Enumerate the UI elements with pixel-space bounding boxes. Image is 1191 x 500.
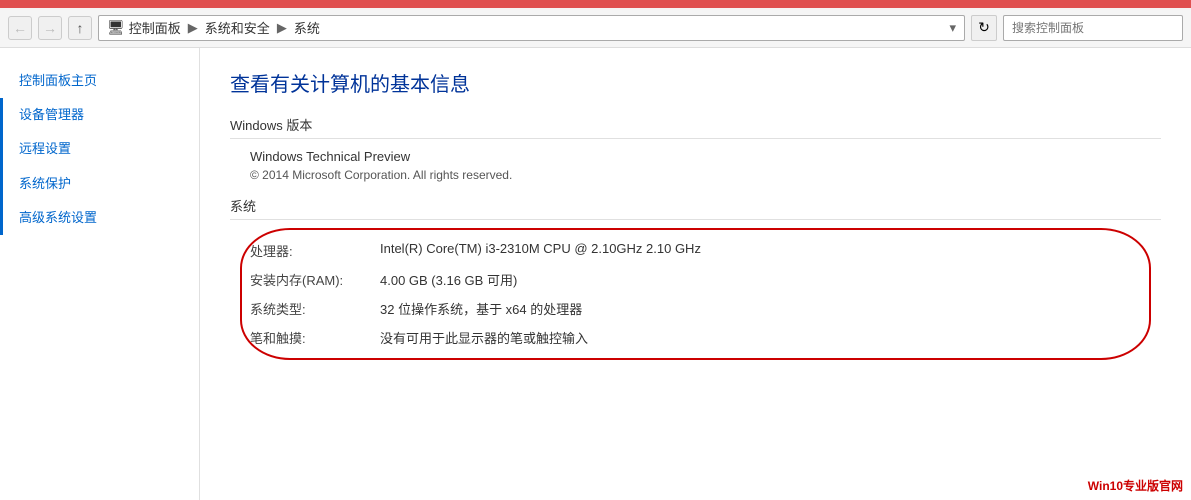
sidebar-item-home[interactable]: 控制面板主页 <box>0 64 199 98</box>
forward-icon: → <box>43 20 57 36</box>
system-type-value: 32 位操作系统，基于 x64 的处理器 <box>380 299 1161 318</box>
refresh-button[interactable]: ↻ <box>971 15 997 41</box>
windows-version-name: Windows Technical Preview <box>230 149 1161 164</box>
watermark: Win10专业版官网 <box>1084 475 1187 496</box>
computer-icon: 🖥 <box>107 19 125 36</box>
back-button[interactable]: ← <box>8 16 32 40</box>
table-row: 安装内存(RAM): 4.00 GB (3.16 GB 可用) <box>230 265 1161 294</box>
system-rows: 处理器: Intel(R) Core(TM) i3-2310M CPU @ 2.… <box>230 230 1161 358</box>
sidebar-item-device-manager[interactable]: 设备管理器 <box>0 98 199 132</box>
processor-value: Intel(R) Core(TM) i3-2310M CPU @ 2.10GHz… <box>380 241 1161 260</box>
search-input[interactable] <box>1003 15 1183 41</box>
address-dropdown-icon[interactable]: ▾ <box>949 20 956 36</box>
sidebar-item-protection[interactable]: 系统保护 <box>0 167 199 201</box>
address-bar-row: ← → ↑ 🖥 控制面板 ▶ 系统和安全 ▶ 系统 ▾ ↻ <box>0 8 1191 48</box>
breadcrumb-item-0[interactable]: 控制面板 <box>129 18 181 37</box>
system-section-wrapper: 处理器: Intel(R) Core(TM) i3-2310M CPU @ 2.… <box>230 230 1161 358</box>
sidebar-item-remote[interactable]: 远程设置 <box>0 132 199 166</box>
forward-button[interactable]: → <box>38 16 62 40</box>
top-bar <box>0 0 1191 8</box>
content-area: 查看有关计算机的基本信息 Windows 版本 Windows Technica… <box>200 48 1191 500</box>
ram-label: 安装内存(RAM): <box>250 270 380 289</box>
address-field[interactable]: 🖥 控制面板 ▶ 系统和安全 ▶ 系统 ▾ <box>98 15 965 41</box>
refresh-icon: ↻ <box>978 19 990 36</box>
breadcrumb-item-2[interactable]: 系统 <box>294 18 320 37</box>
separator-1: ▶ <box>188 20 198 36</box>
ram-value: 4.00 GB (3.16 GB 可用) <box>380 270 1161 289</box>
table-row: 笔和触摸: 没有可用于此显示器的笔或触控输入 <box>230 323 1161 352</box>
processor-label: 处理器: <box>250 241 380 260</box>
copyright-text: © 2014 Microsoft Corporation. All rights… <box>230 168 1161 182</box>
system-section-label: 系统 <box>230 196 1161 220</box>
up-button[interactable]: ↑ <box>68 16 92 40</box>
windows-version-section-label: Windows 版本 <box>230 115 1161 139</box>
page-title: 查看有关计算机的基本信息 <box>230 68 1161 97</box>
pen-touch-value: 没有可用于此显示器的笔或触控输入 <box>380 328 1161 347</box>
main-layout: 控制面板主页 设备管理器 远程设置 系统保护 高级系统设置 查看有关计算机的基本… <box>0 48 1191 500</box>
up-icon: ↑ <box>77 20 84 36</box>
sidebar-item-advanced[interactable]: 高级系统设置 <box>0 201 199 235</box>
breadcrumb-item-1[interactable]: 系统和安全 <box>205 18 270 37</box>
system-type-label: 系统类型: <box>250 299 380 318</box>
separator-2: ▶ <box>277 20 287 36</box>
table-row: 处理器: Intel(R) Core(TM) i3-2310M CPU @ 2.… <box>230 236 1161 265</box>
sidebar: 控制面板主页 设备管理器 远程设置 系统保护 高级系统设置 <box>0 48 200 500</box>
table-row: 系统类型: 32 位操作系统，基于 x64 的处理器 <box>230 294 1161 323</box>
pen-touch-label: 笔和触摸: <box>250 328 380 347</box>
back-icon: ← <box>13 20 27 36</box>
